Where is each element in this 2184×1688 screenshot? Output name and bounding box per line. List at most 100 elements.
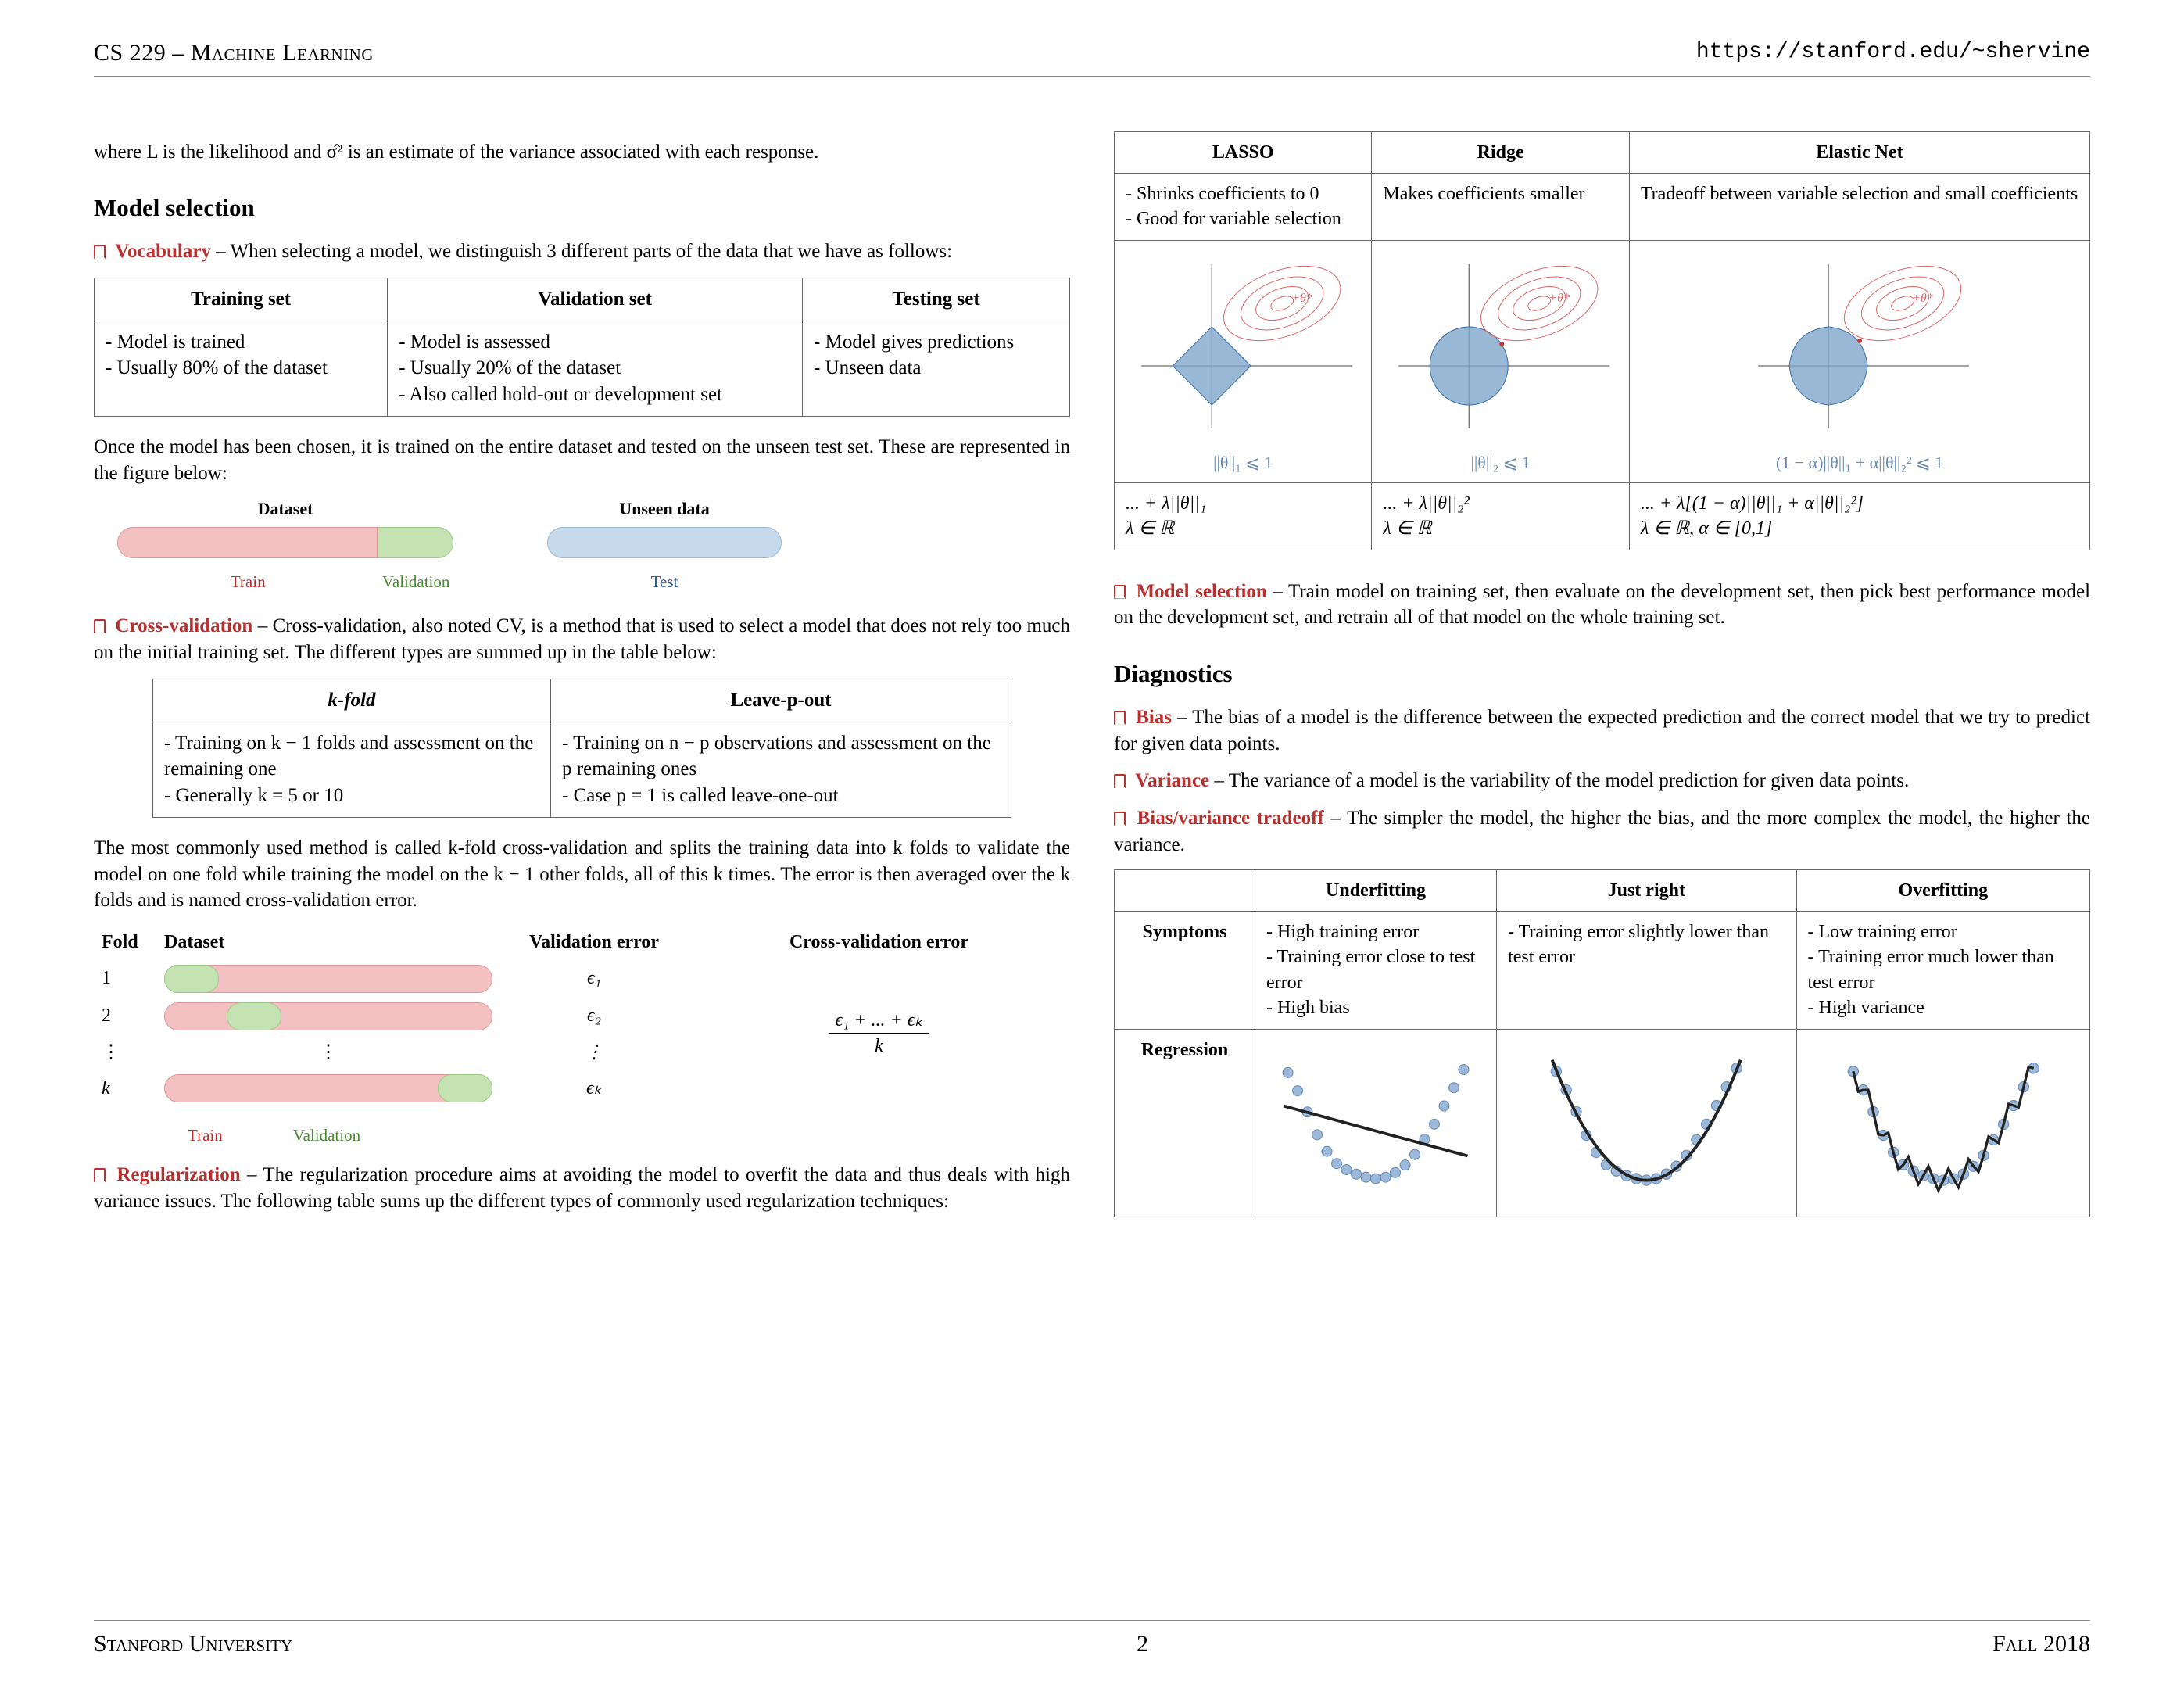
verr: ϵ₁ [500, 960, 688, 998]
h-dataset: Dataset [156, 925, 500, 959]
fold-bar [164, 1002, 492, 1030]
svg-text:+θ*: +θ* [1549, 292, 1570, 305]
fold-num: 2 [94, 998, 156, 1035]
test-segment [547, 527, 782, 558]
svg-text:+θ*: +θ* [1912, 292, 1933, 305]
td-validation: - Model is assessed - Usually 20% of the… [388, 321, 803, 416]
verr: ϵₖ [500, 1070, 688, 1107]
variance-term: Variance [1135, 770, 1209, 791]
th-overfit: Overfitting [1796, 869, 2089, 911]
td-lpo: - Training on n − p observations and ass… [551, 722, 1011, 817]
reg-para: Regularization – The regularization proc… [94, 1162, 1070, 1215]
footer-right: Fall 2018 [1992, 1629, 2090, 1661]
fold-bar [164, 965, 492, 993]
bias-term: Bias [1136, 707, 1172, 728]
th-training: Training set [95, 278, 388, 321]
ms-term: Model selection [1137, 581, 1267, 602]
reg-term: Regularization [116, 1164, 240, 1185]
bias-text: – The bias of a model is the difference … [1114, 707, 2090, 754]
bookmark-icon [1114, 585, 1126, 599]
section-diagnostics: Diagnostics [1114, 658, 2090, 690]
row-regression: Regression [1115, 1029, 1255, 1217]
plot-overfit [1796, 1029, 2089, 1217]
kfold-valid-caption: Validation [293, 1124, 360, 1146]
desc-lasso: - Shrinks coefficients to 0 - Good for v… [1115, 173, 1372, 240]
fold-bar [164, 1074, 492, 1102]
sym-justright: - Training error slightly lower than tes… [1497, 912, 1796, 1030]
bookmark-icon [94, 245, 106, 259]
verr: ϵ₂ [500, 998, 688, 1035]
section-model-selection: Model selection [94, 192, 1070, 224]
th-elastic: Elastic Net [1629, 131, 2089, 173]
page-footer: Stanford University 2 Fall 2018 [94, 1620, 2090, 1661]
overfit-chart [1808, 1038, 2078, 1202]
variance-text: – The variance of a model is the variabi… [1214, 770, 1909, 791]
cv-para: Cross-validation – Cross-validation, als… [94, 613, 1070, 666]
desc-ridge: Makes coefficients smaller [1372, 173, 1629, 240]
page-header: CS 229 – Machine Learning https://stanfo… [94, 38, 2090, 77]
diagram-elastic: +θ* (1 − α)||θ||₁ + α||θ||₂² ⩽ 1 [1629, 240, 2089, 482]
bookmark-icon [94, 619, 106, 633]
dataset-label: Dataset [117, 497, 453, 521]
bookmark-icon [1114, 774, 1126, 788]
valid-caption: Validation [378, 571, 453, 593]
vocab-para: Vocabulary – When selecting a model, we … [94, 238, 1070, 265]
reg-text: – The regularization procedure aims at a… [94, 1164, 1070, 1212]
th-justright: Just right [1497, 869, 1796, 911]
bvt-term: Bias/variance tradeoff [1137, 808, 1324, 829]
th-underfit: Underfitting [1255, 869, 1497, 911]
post-split-para: Once the model has been chosen, it is tr… [94, 434, 1070, 487]
formula-ridge: ... + λ||θ||₂² λ ∈ ℝ [1372, 482, 1629, 550]
row-symptoms: Symptoms [1115, 912, 1255, 1030]
validation-segment [378, 527, 453, 558]
constraint-ridge: ||θ||₂ ⩽ 1 [1383, 451, 1617, 475]
fold-row-1: 1 ϵ₁ ϵ₁ + ... + ϵₖk [94, 960, 1070, 998]
page-url: https://stanford.edu/~shervine [1696, 38, 2090, 70]
two-column-layout: where L is the likelihood and σ̂² is an … [94, 131, 2090, 1226]
kfold-para: The most commonly used method is called … [94, 835, 1070, 914]
cv-types-table: k-fold Leave-p-out - Training on k − 1 f… [152, 679, 1011, 818]
th-testing: Testing set [803, 278, 1070, 321]
plot-justright [1497, 1029, 1796, 1217]
cverr-cell: ϵ₁ + ... + ϵₖk [688, 960, 1070, 1107]
fold-num: 1 [94, 960, 156, 998]
diagram-ridge: +θ* ||θ||₂ ⩽ 1 [1372, 240, 1629, 482]
cv-term: Cross-validation [115, 615, 252, 636]
h-verr: Validation error [500, 925, 688, 959]
constraint-elastic: (1 − α)||θ||₁ + α||θ||₂² ⩽ 1 [1641, 451, 2078, 475]
formula-lasso: ... + λ||θ||₁ λ ∈ ℝ [1115, 482, 1372, 550]
ms-para: Model selection – Train model on trainin… [1114, 579, 2090, 632]
bias-variance-table: Underfitting Just right Overfitting Symp… [1114, 869, 2090, 1217]
h-fold: Fold [94, 925, 156, 959]
train-caption: Train [117, 571, 378, 593]
footer-left: Stanford University [94, 1629, 292, 1661]
vocab-text: – When selecting a model, we distinguish… [216, 241, 952, 262]
bias-para: Bias – The bias of a model is the differ… [1114, 704, 2090, 758]
right-column: LASSO Ridge Elastic Net - Shrinks coeffi… [1114, 131, 2090, 1226]
justright-chart [1508, 1038, 1785, 1202]
th-validation: Validation set [388, 278, 803, 321]
kfold-train-caption: Train [188, 1124, 223, 1146]
train-segment [117, 527, 378, 558]
th-kfold: k-fold [152, 679, 550, 722]
h-cverr: Cross-validation error [688, 925, 1070, 959]
split-diagram: Dataset Unseen data Train Validation Tes… [117, 497, 1070, 593]
data-split-table: Training set Validation set Testing set … [94, 278, 1070, 417]
likelihood-note: where L is the likelihood and σ̂² is an … [94, 139, 1070, 166]
sym-overfit: - Low training error - Training error mu… [1796, 912, 2089, 1030]
plot-underfit [1255, 1029, 1497, 1217]
bookmark-icon [94, 1168, 106, 1182]
desc-elastic: Tradeoff between variable selection and … [1629, 173, 2089, 240]
td-training: - Model is trained - Usually 80% of the … [95, 321, 388, 416]
fold-num: ⋮ [94, 1035, 156, 1070]
fold-num: k [94, 1070, 156, 1107]
constraint-lasso: ||θ||₁ ⩽ 1 [1126, 451, 1360, 475]
th-lpo: Leave-p-out [551, 679, 1011, 722]
page-number: 2 [1137, 1629, 1148, 1661]
kfold-diagram: Fold Dataset Validation error Cross-vali… [94, 925, 1070, 1107]
underfit-chart [1266, 1038, 1485, 1202]
th-lasso: LASSO [1115, 131, 1372, 173]
bvt-para: Bias/variance tradeoff – The simpler the… [1114, 805, 2090, 858]
formula-elastic: ... + λ[(1 − α)||θ||₁ + α||θ||₂²] λ ∈ ℝ,… [1629, 482, 2089, 550]
bookmark-icon [1114, 711, 1126, 725]
